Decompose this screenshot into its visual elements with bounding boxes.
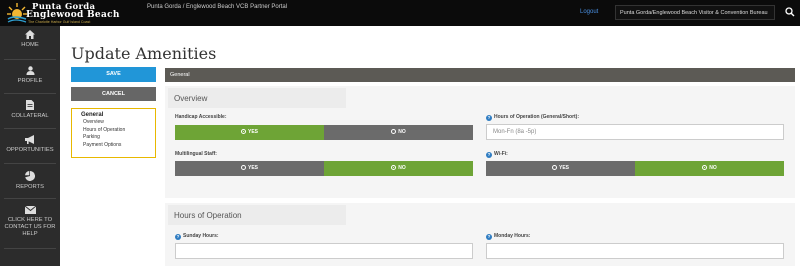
section-nav-link-hours[interactable]: Hours of Operation [81, 127, 155, 135]
sidebar-item-label: PROFILE [17, 78, 43, 84]
sidebar-divider [4, 59, 56, 60]
multilingual-yes-option[interactable]: YES [175, 161, 324, 176]
section-nav-heading[interactable]: General [81, 112, 155, 118]
home-icon [25, 30, 35, 39]
hours-short-label-text: Hours of Operation (General/Short): [494, 114, 580, 120]
brand-line-2: Englewood Beach [26, 10, 120, 20]
sidebar-divider [4, 93, 56, 94]
hours-short-input[interactable]: Mon-Fn (8a -5p) [486, 124, 784, 140]
section-nav-link-overview[interactable]: Overview [81, 119, 155, 127]
radio-checked-icon [702, 165, 708, 170]
radio-unchecked-icon [391, 129, 397, 134]
organization-select[interactable]: Punta Gorda/Englewood Beach Visitor & Co… [615, 5, 775, 20]
sidebar-divider [4, 198, 56, 199]
wifi-label: ? Wi-Fi: [486, 151, 508, 158]
option-label: NO [398, 129, 406, 135]
user-icon [26, 66, 34, 75]
radio-unchecked-icon [240, 165, 246, 170]
logout-link[interactable]: Logout [580, 9, 598, 15]
save-button[interactable]: SAVE [71, 67, 156, 82]
sunday-hours-label: ? Sunday Hours: [175, 233, 219, 240]
hours-heading: Hours of Operation [168, 205, 346, 225]
radio-checked-icon [240, 129, 246, 134]
radio-checked-icon [391, 165, 397, 170]
help-icon[interactable]: ? [486, 115, 492, 121]
sidebar-divider [4, 163, 56, 164]
overview-heading: Overview [168, 88, 346, 108]
wifi-yes-option[interactable]: YES [486, 161, 635, 176]
sidebar-item-label: CLICK HERE TO CONTACT US FOR HELP [4, 217, 56, 237]
sidebar-divider [4, 248, 56, 249]
sidebar-item-label: REPORTS [16, 184, 44, 190]
sidebar-item-reports[interactable]: REPORTS [0, 171, 60, 191]
help-icon[interactable]: ? [486, 152, 492, 158]
sidebar-divider [4, 128, 56, 129]
monday-hours-input[interactable] [486, 243, 784, 259]
option-label: NO [709, 165, 717, 171]
sidebar-item-collateral[interactable]: COLLATERAL [0, 100, 60, 120]
help-icon[interactable]: ? [486, 234, 492, 240]
portal-title: Punta Gorda / Englewood Beach VCB Partne… [147, 4, 288, 10]
sun-logo-icon [7, 3, 27, 23]
monday-hours-label-text: Monday Hours: [494, 233, 531, 239]
sidebar-item-label: HOME [21, 42, 39, 48]
handicap-no-option[interactable]: NO [324, 125, 473, 140]
multilingual-toggle: YES NO [175, 161, 473, 176]
sunday-hours-label-text: Sunday Hours: [183, 233, 219, 239]
section-nav: General Overview Hours of Operation Park… [71, 108, 156, 158]
envelope-icon [24, 206, 36, 214]
handicap-yes-option[interactable]: YES [175, 125, 324, 140]
option-label: YES [247, 165, 258, 171]
sidebar: HOME PROFILE COLLATERAL OPPORTUNITIES RE… [0, 26, 60, 266]
hours-short-label: ? Hours of Operation (General/Short): [486, 114, 579, 121]
sidebar-item-contact-help[interactable]: CLICK HERE TO CONTACT US FOR HELP [0, 206, 60, 238]
megaphone-icon [24, 135, 34, 144]
sidebar-item-opportunities[interactable]: OPPORTUNITIES [0, 135, 60, 154]
section-header-bar: General [165, 68, 795, 82]
brand-logo[interactable]: Punta Gorda Englewood Beach The Charlott… [4, 1, 132, 25]
sidebar-item-label: COLLATERAL [11, 113, 49, 119]
handicap-label: Handicap Accessible: [175, 114, 227, 120]
sunday-hours-input[interactable] [175, 243, 473, 259]
wifi-label-text: Wi-Fi: [494, 151, 508, 157]
section-nav-link-parking[interactable]: Parking [81, 134, 155, 142]
section-nav-link-payment[interactable]: Payment Options [81, 142, 155, 150]
option-label: NO [398, 165, 406, 171]
wifi-no-option[interactable]: NO [635, 161, 784, 176]
option-label: YES [558, 165, 569, 171]
multilingual-label: Multilingual Staff: [175, 151, 217, 157]
sidebar-item-label: OPPORTUNITIES [6, 147, 54, 153]
top-bar: Punta Gorda Englewood Beach The Charlott… [0, 0, 800, 26]
sidebar-item-home[interactable]: HOME [0, 30, 60, 49]
pie-chart-icon [25, 171, 35, 181]
document-icon [26, 100, 34, 110]
cancel-button[interactable]: CANCEL [71, 87, 156, 101]
help-icon[interactable]: ? [175, 234, 181, 240]
sidebar-item-profile[interactable]: PROFILE [0, 66, 60, 85]
option-label: YES [247, 129, 258, 135]
wifi-toggle: YES NO [486, 161, 784, 176]
page-title: Update Amenities [71, 44, 217, 63]
search-icon[interactable] [785, 7, 795, 17]
handicap-toggle: YES NO [175, 125, 473, 140]
radio-unchecked-icon [551, 165, 557, 170]
monday-hours-label: ? Monday Hours: [486, 233, 530, 240]
multilingual-no-option[interactable]: NO [324, 161, 473, 176]
brand-tagline: The Charlotte Harbor Gulf Island Coast [28, 20, 91, 24]
